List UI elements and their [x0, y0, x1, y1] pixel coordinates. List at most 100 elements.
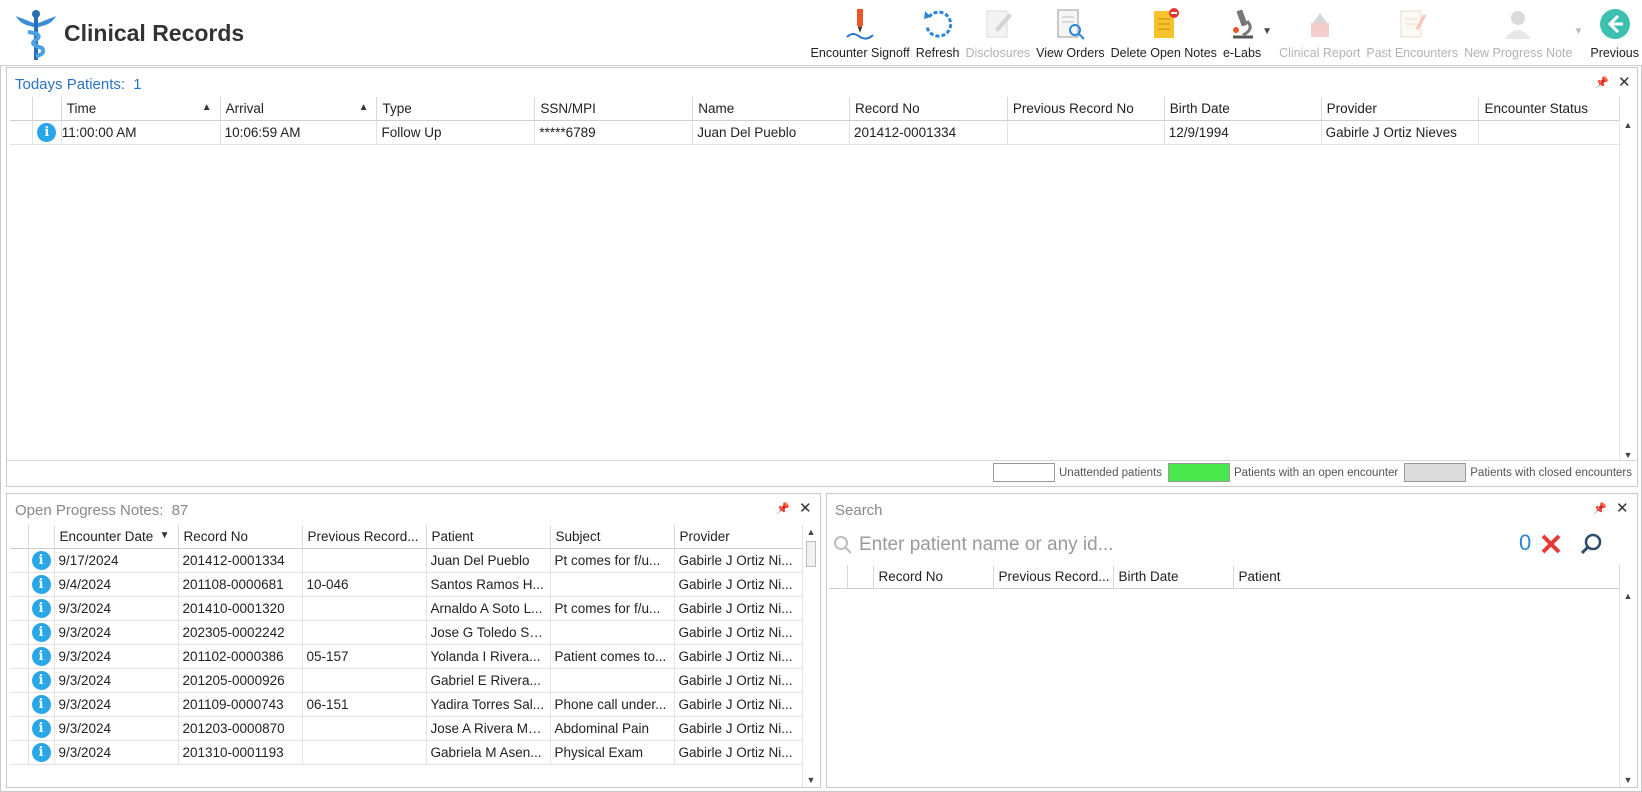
column-header-encounter-status[interactable]: Encounter Status — [1478, 97, 1620, 121]
past-encounters-label: Past Encounters — [1366, 46, 1459, 60]
column-header-patient[interactable]: Patient — [1233, 565, 1620, 589]
scroll-down-icon[interactable]: ▼ — [803, 775, 819, 785]
column-header-birth-date[interactable]: Birth Date — [1113, 565, 1234, 589]
column-header-record-no[interactable]: Record No — [873, 565, 994, 589]
column-header-previous-record[interactable]: Previous Record... — [302, 525, 427, 549]
column-header-record-no[interactable]: Record No — [178, 525, 303, 549]
info-icon[interactable]: i — [31, 694, 51, 714]
row-indicator — [10, 716, 29, 741]
column-header-record-no[interactable]: Record No — [849, 97, 1008, 121]
close-icon[interactable]: ✕ — [1618, 73, 1631, 91]
pin-icon[interactable]: 📌 — [776, 502, 790, 515]
refresh-button[interactable]: Refresh — [916, 0, 959, 66]
info-cell[interactable]: i — [28, 596, 55, 621]
ssn-cell: *****6789 — [534, 120, 694, 145]
info-cell[interactable]: i — [28, 740, 55, 765]
info-icon[interactable]: i — [31, 574, 51, 594]
column-header-previous-record-no[interactable]: Previous Record No — [1007, 97, 1165, 121]
previous-record-cell: 06-151 — [302, 692, 427, 717]
info-icon[interactable]: i — [31, 670, 51, 690]
info-icon[interactable]: i — [37, 122, 57, 142]
info-icon[interactable]: i — [31, 598, 51, 618]
delete-open-notes-button[interactable]: Delete Open Notes — [1111, 0, 1217, 66]
info-icon[interactable]: i — [31, 718, 51, 738]
column-header-patient[interactable]: Patient — [426, 525, 551, 549]
column-header-arrival[interactable]: Arrival ▲ — [220, 97, 378, 121]
scroll-down-icon[interactable]: ▼ — [1620, 450, 1636, 460]
column-header-encounter-date[interactable]: Encounter Date ▼ — [54, 525, 179, 549]
clear-search-icon[interactable] — [1539, 532, 1563, 561]
todays-patients-scrollbar[interactable]: ▲ ▼ — [1619, 120, 1635, 460]
doctor-icon — [1500, 6, 1536, 42]
column-header-ssn[interactable]: SSN/MPI — [534, 97, 694, 121]
past-encounters-button[interactable]: Past Encounters — [1366, 0, 1458, 66]
table-row[interactable]: i 9/3/2024 201109-0000743 06-151 Yadira Torr… — [10, 692, 802, 717]
column-header-time[interactable]: Time ▲ — [61, 97, 221, 121]
subject-cell: Abdominal Pain — [550, 716, 675, 741]
info-icon[interactable]: i — [31, 742, 51, 762]
clinical-report-button[interactable]: Clinical Report — [1279, 0, 1360, 66]
elabs-dropdown-caret-icon[interactable]: ▼ — [1262, 26, 1272, 37]
new-progress-note-dropdown-caret-icon[interactable]: ▼ — [1573, 26, 1583, 37]
row-indicator — [10, 120, 34, 145]
table-row[interactable]: i 9/3/2024 201205-0000926 Gabriel E Rivera.… — [10, 668, 802, 693]
previous-record-cell — [302, 716, 427, 741]
scroll-thumb[interactable] — [806, 541, 816, 567]
info-icon[interactable]: i — [31, 646, 51, 666]
view-orders-button[interactable]: View Orders — [1036, 0, 1105, 66]
patient-search-input[interactable] — [857, 531, 1477, 559]
column-header-type[interactable]: Type — [376, 97, 536, 121]
search-results-scrollbar[interactable]: ▲ ▼ — [1619, 589, 1635, 787]
info-icon[interactable]: i — [31, 622, 51, 642]
column-header-previous-record[interactable]: Previous Record... — [993, 565, 1114, 589]
info-cell[interactable]: i — [28, 572, 55, 597]
table-row[interactable]: i 9/3/2024 202305-0002242 Jose G Toledo Sa.… — [10, 620, 802, 645]
table-row[interactable]: i 9/3/2024 201102-0000386 05-157 Yolanda I R… — [10, 644, 802, 669]
previous-record-no-cell — [1007, 120, 1165, 145]
scroll-down-icon[interactable]: ▼ — [1620, 775, 1636, 785]
search-go-icon[interactable] — [1579, 532, 1603, 561]
column-header-name[interactable]: Name — [692, 97, 851, 121]
table-row[interactable]: i 9/4/2024 201108-0000681 10-046 Santos Ramo… — [10, 572, 802, 597]
column-header-provider[interactable]: Provider — [674, 525, 802, 549]
close-icon[interactable]: ✕ — [799, 499, 812, 517]
close-icon[interactable]: ✕ — [1616, 499, 1629, 517]
scroll-up-icon[interactable]: ▲ — [1620, 591, 1636, 601]
info-icon[interactable]: i — [31, 550, 51, 570]
search-bar: 0 — [831, 530, 1603, 560]
info-cell[interactable]: i — [32, 120, 62, 145]
info-cell[interactable]: i — [28, 716, 55, 741]
pin-icon[interactable]: 📌 — [1595, 76, 1609, 89]
new-progress-note-button[interactable]: New Progress Note — [1464, 0, 1572, 66]
scroll-up-icon[interactable]: ▲ — [803, 527, 819, 537]
patient-cell: Jose G Toledo Sa... — [426, 620, 551, 645]
provider-cell: Gabirle J Ortiz Ni... — [674, 596, 802, 621]
info-cell[interactable]: i — [28, 692, 55, 717]
record-no-cell: 201410-0001320 — [178, 596, 303, 621]
pin-icon[interactable]: 📌 — [1593, 502, 1607, 515]
previous-label: Previous — [1590, 46, 1639, 60]
column-header-birth-date[interactable]: Birth Date — [1164, 97, 1322, 121]
info-cell[interactable]: i — [28, 668, 55, 693]
encounter-signoff-button[interactable]: Encounter Signoff — [811, 0, 910, 66]
new-progress-note-label: New Progress Note — [1464, 46, 1573, 60]
table-row[interactable]: i 9/17/2024 201412-0001334 Juan Del Pueblo P… — [10, 548, 802, 573]
table-row[interactable]: i 9/3/2024 201310-0001193 Gabriela M Asen..… — [10, 740, 802, 765]
open-notes-count: 87 — [171, 502, 189, 519]
table-row[interactable]: i 9/3/2024 201410-0001320 Arnaldo A Soto L.… — [10, 596, 802, 621]
info-cell[interactable]: i — [28, 548, 55, 573]
disclosures-button[interactable]: Disclosures — [965, 0, 1030, 66]
scroll-up-icon[interactable]: ▲ — [1620, 120, 1636, 130]
info-cell[interactable]: i — [28, 620, 55, 645]
column-header-subject[interactable]: Subject — [550, 525, 675, 549]
table-row[interactable]: i 11:00:00 AM 10:06:59 AM Follow Up ****… — [10, 120, 1620, 145]
previous-button[interactable]: Previous — [1590, 0, 1639, 66]
caduceus-logo-icon — [8, 6, 64, 62]
column-header-provider[interactable]: Provider — [1321, 97, 1480, 121]
open-notes-scrollbar[interactable]: ▲ ▼ — [802, 525, 818, 787]
elabs-button[interactable]: e-Labs — [1223, 0, 1261, 66]
info-cell[interactable]: i — [28, 644, 55, 669]
table-row[interactable]: i 9/3/2024 201203-0000870 Jose A Rivera Ma.… — [10, 716, 802, 741]
previous-record-cell — [302, 548, 427, 573]
time-cell: 11:00:00 AM — [61, 120, 221, 145]
